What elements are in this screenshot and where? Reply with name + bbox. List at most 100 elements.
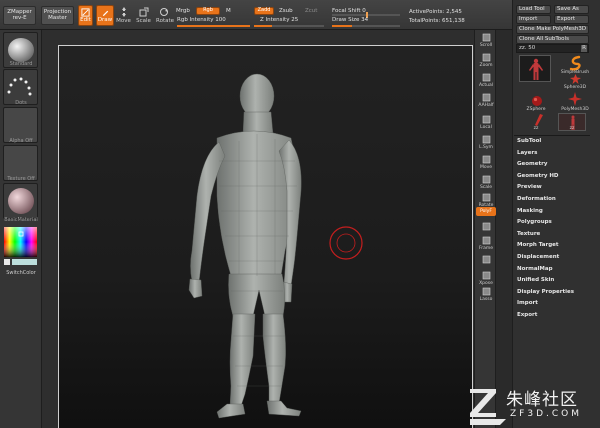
actual-label: Actual — [478, 83, 494, 88]
menu-geometry-hd[interactable]: Geometry HD — [517, 173, 559, 183]
color-picker[interactable] — [3, 226, 38, 266]
frame-icon — [482, 236, 490, 245]
mrgb-button[interactable]: Mrgb — [176, 8, 190, 14]
draw-button[interactable]: Draw — [96, 5, 114, 26]
menu-geometry[interactable]: Geometry — [517, 161, 547, 171]
thumb-zz-small[interactable] — [534, 114, 544, 126]
draw-size-label: Draw Size — [332, 17, 360, 23]
brush-label: Standard — [9, 61, 33, 67]
edit-button[interactable]: Edit — [78, 5, 93, 26]
rotate-icon — [482, 193, 490, 202]
zoom-icon — [482, 53, 490, 62]
move-label: Move — [116, 18, 131, 24]
menu-displacement[interactable]: Displacement — [517, 254, 559, 264]
menu-unified-skin[interactable]: Unified Skin — [517, 277, 554, 287]
sphere3d-label: Sphere3D — [563, 85, 587, 90]
draw-size-fill — [332, 25, 353, 27]
z-intensity-track[interactable] — [254, 25, 324, 27]
switch-color-button[interactable]: SwitchColor — [0, 270, 42, 276]
move-label: Move — [479, 165, 493, 170]
menu-morph-target[interactable]: Morph Target — [517, 242, 559, 252]
menu-layers[interactable]: Layers — [517, 150, 537, 160]
move-button[interactable]: Move — [116, 7, 131, 24]
thumb-zsphere[interactable] — [531, 95, 543, 107]
draw-label: Draw — [97, 17, 113, 23]
edit-label: Edit — [80, 17, 91, 23]
simplebrush-icon — [569, 55, 581, 71]
lsym-label: L.Sym — [479, 145, 493, 150]
menu-normalmap[interactable]: NormalMap — [517, 266, 553, 276]
current-tool-value: zz. 50 — [519, 45, 536, 51]
watermark: 朱峰社区 ZF3D.COM — [466, 383, 600, 428]
rgb-intensity-track[interactable] — [177, 25, 250, 27]
menu-subtool[interactable]: SubTool — [517, 138, 541, 148]
shelf-aahalf-button[interactable]: AAHalf — [476, 92, 496, 111]
draw-size-track[interactable] — [332, 25, 400, 27]
r-button[interactable]: R — [581, 45, 587, 52]
clone-make-polymesh-button[interactable]: Clone Make PolyMesh3D — [516, 25, 589, 34]
aahalf-icon — [482, 93, 490, 102]
document-canvas[interactable] — [58, 45, 473, 428]
rgb-intensity-value: 100 — [215, 17, 226, 23]
frame-label: Frame — [478, 246, 494, 251]
texture-label: Texture Off — [7, 176, 35, 182]
right-shelf: Scroll Zoom Actual AAHalf Local L.Sym Move Scal… — [474, 30, 496, 428]
shelf-actual-button[interactable]: Actual — [476, 72, 496, 91]
thumb-polymesh3d[interactable] — [568, 92, 582, 106]
lsym-icon — [482, 135, 490, 144]
menu-texture[interactable]: Texture — [517, 231, 540, 241]
thumb-zz[interactable] — [519, 55, 551, 82]
projection-master-button[interactable]: Projection Master — [41, 6, 74, 25]
shelf-lsym-button[interactable]: L.Sym — [476, 134, 496, 153]
scale-button[interactable]: Scale — [136, 7, 151, 24]
projection-sub-label: Master — [48, 15, 67, 22]
export-tool-button[interactable]: Export — [554, 15, 589, 24]
watermark-cn: 朱峰社区 — [506, 390, 578, 410]
ghost-icon — [482, 255, 490, 264]
zsub-button[interactable]: Zsub — [279, 8, 293, 14]
zmapper-button[interactable]: ZMapper rev-E — [3, 6, 36, 25]
load-tool-button[interactable]: Load Tool — [516, 5, 551, 14]
rotate-button[interactable]: Rotate — [156, 7, 174, 24]
z-intensity-slider[interactable]: Z Intensity 25 — [260, 17, 298, 23]
thumb-sphere3d[interactable] — [569, 74, 582, 84]
shelf-local-button[interactable]: Local — [476, 114, 496, 133]
shelf-zoom-button[interactable]: Zoom — [476, 52, 496, 71]
shelf-polyf-button[interactable]: PolyF — [476, 207, 496, 216]
rgb-intensity-slider[interactable]: Rgb Intensity 100 — [177, 17, 226, 23]
shelf-scale-button[interactable]: Scale — [476, 174, 496, 193]
import-tool-button[interactable]: Import — [516, 15, 551, 24]
palette-divider — [514, 135, 590, 136]
thumb-simplebrush[interactable] — [568, 55, 584, 71]
zadd-button[interactable]: Zadd — [254, 7, 274, 15]
focal-shift-track[interactable] — [332, 12, 400, 18]
shelf-move-button[interactable]: Move — [476, 154, 496, 173]
draw-icon — [102, 10, 108, 17]
menu-preview[interactable]: Preview — [517, 184, 542, 194]
rgb-intensity-fill — [177, 25, 250, 27]
color-wheel-icon — [4, 227, 37, 265]
menu-masking[interactable]: Masking — [517, 208, 543, 218]
shelf-frame-button[interactable]: Frame — [476, 235, 496, 254]
material-selector[interactable] — [3, 183, 38, 219]
shelf-lasso-button[interactable]: Lasso — [476, 286, 496, 305]
menu-deformation[interactable]: Deformation — [517, 196, 556, 206]
brush-cursor — [329, 226, 363, 260]
clone-all-subtools-button[interactable]: Clone All SubTools — [516, 35, 589, 44]
menu-export[interactable]: Export — [517, 312, 537, 322]
rgb-button[interactable]: Rgb — [196, 7, 220, 15]
draw-size-slider[interactable]: Draw Size 34 — [332, 17, 368, 23]
zz-small-icon — [535, 114, 543, 126]
edit-icon — [81, 8, 90, 17]
zcut-button[interactable]: Zcut — [305, 8, 317, 14]
menu-import[interactable]: Import — [517, 300, 538, 310]
save-as-button[interactable]: Save As — [554, 5, 589, 14]
shelf-scroll-button[interactable]: Scroll — [476, 32, 496, 51]
m-button[interactable]: M — [226, 8, 231, 14]
current-tool-field[interactable]: zz. 50 R — [516, 44, 589, 53]
menu-display-properties[interactable]: Display Properties — [517, 289, 574, 299]
scroll-icon — [482, 33, 490, 42]
z-intensity-label: Z Intensity — [260, 17, 290, 23]
aahalf-label: AAHalf — [478, 103, 494, 108]
menu-polygroups[interactable]: Polygroups — [517, 219, 552, 229]
